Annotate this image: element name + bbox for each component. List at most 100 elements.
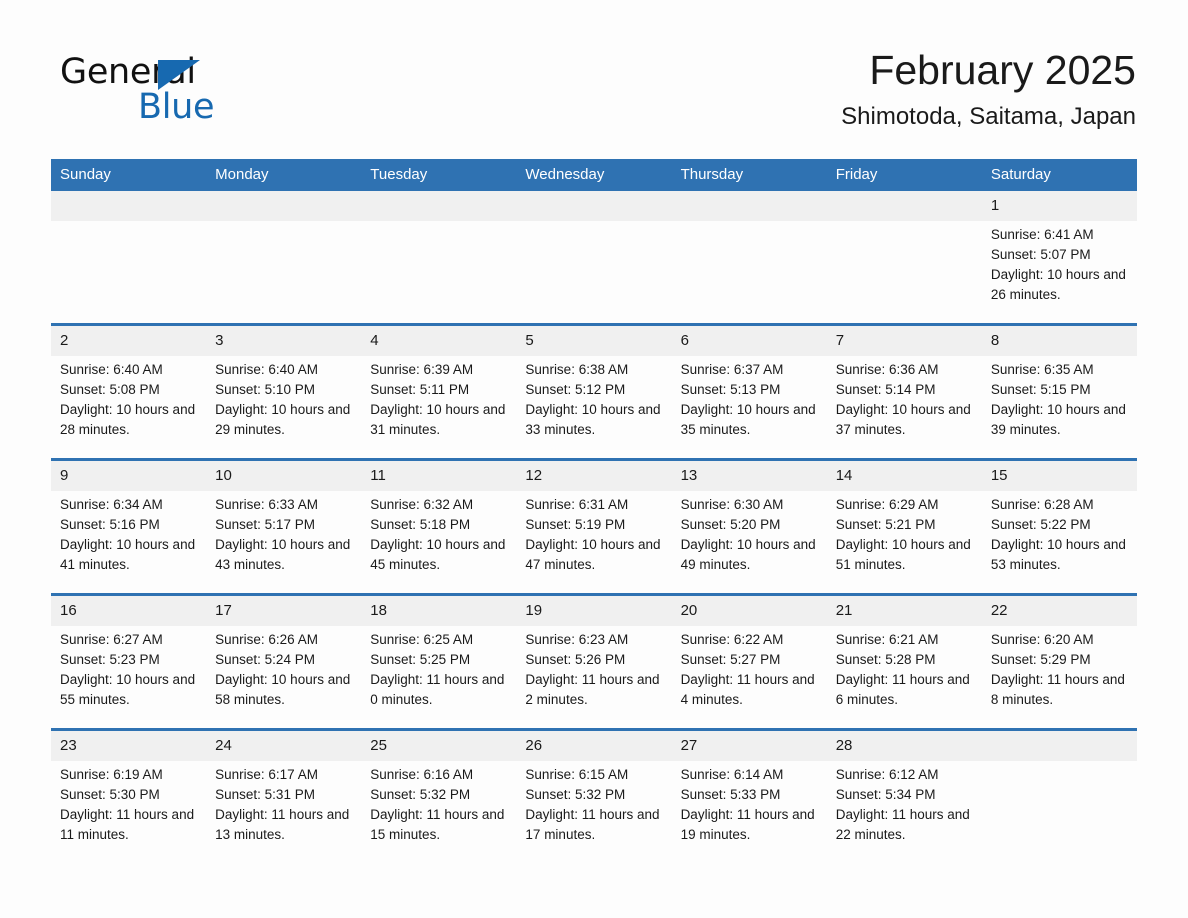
day-details: Sunrise: 6:39 AM Sunset: 5:11 PM Daylight:…	[361, 356, 516, 440]
day-number: 21	[826, 596, 982, 626]
calendar-day-cell[interactable]: 20 Sunrise: 6:22 AM Sunset: 5:27 PM Dayligh…	[671, 593, 827, 730]
day-number: 20	[671, 596, 827, 626]
calendar-day-cell[interactable]: 21 Sunrise: 6:21 AM Sunset: 5:28 PM Dayligh…	[826, 593, 982, 730]
daylight-text: Daylight: 11 hours and 6 minutes.	[835, 672, 970, 707]
day-number	[671, 191, 827, 221]
calendar-day-cell[interactable]: 26 Sunrise: 6:15 AM Sunset: 5:32 PM Dayligh…	[516, 728, 672, 863]
daylight-text: Daylight: 11 hours and 8 minutes.	[990, 672, 1125, 707]
weekday-header-saturday: Saturday	[981, 159, 1137, 191]
sunrise-text: Sunrise: 6:31 AM	[525, 497, 629, 512]
calendar-day-cell[interactable]: 12 Sunrise: 6:31 AM Sunset: 5:19 PM Dayligh…	[516, 458, 672, 595]
day-number: 27	[671, 731, 827, 761]
sunrise-text: Sunrise: 6:19 AM	[60, 767, 163, 782]
day-details: Sunrise: 6:14 AM Sunset: 5:33 PM Daylight:…	[672, 761, 827, 845]
calendar-day-cell[interactable]: 22 Sunrise: 6:20 AM Sunset: 5:29 PM Dayligh…	[981, 593, 1137, 730]
calendar-empty-cell	[981, 728, 1137, 863]
sunset-text: Sunset: 5:13 PM	[680, 382, 781, 397]
daylight-text: Daylight: 10 hours and 41 minutes.	[60, 537, 196, 572]
calendar-week-row: 23 Sunrise: 6:19 AM Sunset: 5:30 PM Dayligh…	[51, 728, 1137, 863]
sunset-text: Sunset: 5:32 PM	[525, 787, 626, 802]
daylight-text: Daylight: 10 hours and 33 minutes.	[525, 402, 661, 437]
calendar-day-cell[interactable]: 11 Sunrise: 6:32 AM Sunset: 5:18 PM Dayligh…	[361, 458, 517, 595]
day-details: Sunrise: 6:21 AM Sunset: 5:28 PM Daylight:…	[827, 626, 982, 710]
calendar-day-cell[interactable]: 23 Sunrise: 6:19 AM Sunset: 5:30 PM Dayligh…	[51, 728, 207, 863]
day-number: 5	[516, 326, 672, 356]
sunrise-text: Sunrise: 6:22 AM	[680, 632, 784, 647]
calendar-day-cell[interactable]: 3 Sunrise: 6:40 AM Sunset: 5:10 PM Daylight…	[206, 323, 362, 460]
sunset-text: Sunset: 5:28 PM	[835, 652, 936, 667]
daylight-text: Daylight: 10 hours and 49 minutes.	[680, 537, 816, 572]
day-number	[826, 191, 982, 221]
day-number: 25	[361, 731, 517, 761]
sunset-text: Sunset: 5:33 PM	[680, 787, 781, 802]
calendar-day-cell[interactable]: 6 Sunrise: 6:37 AM Sunset: 5:13 PM Daylight…	[671, 323, 827, 460]
daylight-text: Daylight: 11 hours and 19 minutes.	[680, 807, 815, 842]
day-details: Sunrise: 6:26 AM Sunset: 5:24 PM Daylight:…	[206, 626, 361, 710]
day-details: Sunrise: 6:22 AM Sunset: 5:27 PM Daylight:…	[672, 626, 827, 710]
daylight-text: Daylight: 10 hours and 37 minutes.	[835, 402, 971, 437]
calendar-empty-cell	[361, 191, 517, 325]
sunrise-text: Sunrise: 6:30 AM	[680, 497, 784, 512]
weekday-header-tuesday: Tuesday	[361, 159, 517, 191]
day-details: Sunrise: 6:28 AM Sunset: 5:22 PM Daylight:…	[982, 491, 1137, 575]
daylight-text: Daylight: 10 hours and 47 minutes.	[525, 537, 661, 572]
day-number	[361, 191, 517, 221]
day-number: 13	[671, 461, 827, 491]
calendar-week-row: 16 Sunrise: 6:27 AM Sunset: 5:23 PM Dayligh…	[51, 593, 1137, 730]
weekday-header-monday: Monday	[206, 159, 362, 191]
calendar-day-cell[interactable]: 28 Sunrise: 6:12 AM Sunset: 5:34 PM Dayligh…	[826, 728, 982, 863]
calendar-day-cell[interactable]: 4 Sunrise: 6:39 AM Sunset: 5:11 PM Daylight…	[361, 323, 517, 460]
calendar-day-cell[interactable]: 14 Sunrise: 6:29 AM Sunset: 5:21 PM Dayligh…	[826, 458, 982, 595]
day-number: 18	[361, 596, 517, 626]
daylight-text: Daylight: 10 hours and 43 minutes.	[215, 537, 351, 572]
daylight-text: Daylight: 11 hours and 4 minutes.	[680, 672, 815, 707]
daylight-text: Daylight: 10 hours and 31 minutes.	[370, 402, 506, 437]
page-header: General Blue February 2025 Shimotoda, Sa…	[52, 44, 1136, 144]
day-number: 22	[981, 596, 1137, 626]
sunrise-text: Sunrise: 6:14 AM	[680, 767, 784, 782]
sunrise-text: Sunrise: 6:21 AM	[835, 632, 939, 647]
day-number: 11	[361, 461, 517, 491]
calendar-day-cell[interactable]: 5 Sunrise: 6:38 AM Sunset: 5:12 PM Daylight…	[516, 323, 672, 460]
calendar-day-cell[interactable]: 18 Sunrise: 6:25 AM Sunset: 5:25 PM Dayligh…	[361, 593, 517, 730]
calendar-day-cell[interactable]: 27 Sunrise: 6:14 AM Sunset: 5:33 PM Dayligh…	[671, 728, 827, 863]
daylight-text: Daylight: 10 hours and 58 minutes.	[215, 672, 351, 707]
calendar-day-cell[interactable]: 2 Sunrise: 6:40 AM Sunset: 5:08 PM Daylight…	[51, 323, 207, 460]
daylight-text: Daylight: 10 hours and 26 minutes.	[990, 267, 1126, 302]
weekday-header-sunday: Sunday	[51, 159, 207, 191]
daylight-text: Daylight: 11 hours and 15 minutes.	[370, 807, 505, 842]
generalblue-logo[interactable]: General Blue	[60, 52, 320, 130]
calendar-day-cell[interactable]: 9 Sunrise: 6:34 AM Sunset: 5:16 PM Daylight…	[51, 458, 207, 595]
sunrise-text: Sunrise: 6:37 AM	[680, 362, 784, 377]
daylight-text: Daylight: 11 hours and 2 minutes.	[525, 672, 660, 707]
sunrise-text: Sunrise: 6:15 AM	[525, 767, 629, 782]
sunset-text: Sunset: 5:24 PM	[215, 652, 315, 667]
calendar-day-cell[interactable]: 16 Sunrise: 6:27 AM Sunset: 5:23 PM Dayligh…	[51, 593, 207, 730]
calendar-day-cell[interactable]: 17 Sunrise: 6:26 AM Sunset: 5:24 PM Dayligh…	[206, 593, 362, 730]
sunset-text: Sunset: 5:27 PM	[680, 652, 781, 667]
day-number: 26	[516, 731, 672, 761]
calendar-day-cell[interactable]: 13 Sunrise: 6:30 AM Sunset: 5:20 PM Dayligh…	[671, 458, 827, 595]
sunset-text: Sunset: 5:10 PM	[215, 382, 315, 397]
day-number: 3	[206, 326, 362, 356]
weekday-header-row: Sunday Monday Tuesday Wednesday Thursday…	[51, 159, 1137, 191]
calendar-empty-cell	[826, 191, 982, 325]
day-details: Sunrise: 6:23 AM Sunset: 5:26 PM Daylight:…	[516, 626, 671, 710]
calendar-day-cell[interactable]: 8 Sunrise: 6:35 AM Sunset: 5:15 PM Daylight…	[981, 323, 1137, 460]
calendar-day-cell[interactable]: 1 Sunrise: 6:41 AM Sunset: 5:07 PM Daylight…	[981, 191, 1137, 325]
sunset-text: Sunset: 5:29 PM	[990, 652, 1091, 667]
calendar-day-cell[interactable]: 7 Sunrise: 6:36 AM Sunset: 5:14 PM Daylight…	[826, 323, 982, 460]
sunrise-text: Sunrise: 6:35 AM	[990, 362, 1094, 377]
sunrise-text: Sunrise: 6:16 AM	[370, 767, 474, 782]
day-number	[981, 731, 1137, 761]
day-details: Sunrise: 6:31 AM Sunset: 5:19 PM Daylight:…	[516, 491, 671, 575]
calendar-week-row: 9 Sunrise: 6:34 AM Sunset: 5:16 PM Daylight…	[51, 458, 1137, 595]
calendar-day-cell[interactable]: 25 Sunrise: 6:16 AM Sunset: 5:32 PM Dayligh…	[361, 728, 517, 863]
sunset-text: Sunset: 5:18 PM	[370, 517, 471, 532]
calendar-day-cell[interactable]: 24 Sunrise: 6:17 AM Sunset: 5:31 PM Dayligh…	[206, 728, 362, 863]
calendar-day-cell[interactable]: 10 Sunrise: 6:33 AM Sunset: 5:17 PM Dayligh…	[206, 458, 362, 595]
calendar-day-cell[interactable]: 19 Sunrise: 6:23 AM Sunset: 5:26 PM Dayligh…	[516, 593, 672, 730]
sunrise-text: Sunrise: 6:36 AM	[835, 362, 939, 377]
calendar-day-cell[interactable]: 15 Sunrise: 6:28 AM Sunset: 5:22 PM Dayligh…	[981, 458, 1137, 595]
daylight-text: Daylight: 10 hours and 29 minutes.	[215, 402, 351, 437]
